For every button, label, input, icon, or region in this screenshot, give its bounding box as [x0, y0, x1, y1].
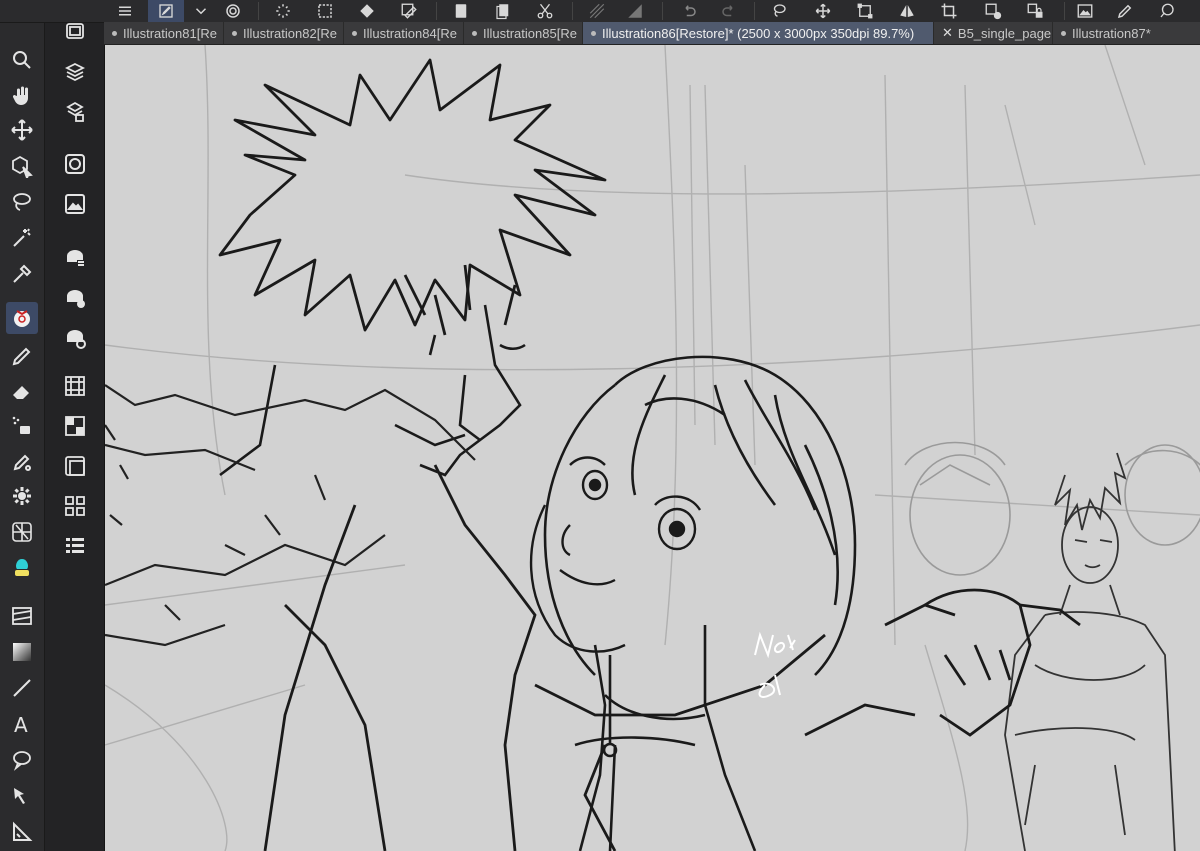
transform-icon[interactable]: [852, 0, 878, 22]
tab-b5-single-page[interactable]: ✕ B5_single_page: [934, 22, 1053, 44]
select-add-icon[interactable]: [980, 0, 1006, 22]
move-icon[interactable]: [6, 114, 38, 146]
eraser-icon[interactable]: [6, 376, 38, 408]
undo-icon[interactable]: [676, 0, 702, 22]
pen-icon[interactable]: [1112, 0, 1138, 22]
tab-label: Illustration82[Re: [243, 25, 337, 41]
pen-icon[interactable]: [6, 340, 38, 372]
hand-icon[interactable]: [6, 80, 38, 112]
blend-icon[interactable]: [6, 552, 38, 584]
layer-property-icon[interactable]: [61, 98, 89, 126]
tab-label: Illustration84[Re: [363, 25, 457, 41]
object-icon[interactable]: [6, 150, 38, 182]
dot-icon: [112, 30, 117, 36]
edit-icon[interactable]: [148, 0, 184, 22]
tab-illustration84[interactable]: Illustration84[Re: [344, 22, 464, 44]
material-3-icon[interactable]: [61, 324, 89, 352]
page-icon[interactable]: [448, 0, 474, 22]
tab-illustration82[interactable]: Illustration82[Re: [224, 22, 344, 44]
tab-label: B5_single_page: [957, 25, 1052, 41]
perspective-icon[interactable]: [6, 516, 38, 548]
material-1-icon[interactable]: [61, 244, 89, 272]
redo-icon[interactable]: [716, 0, 742, 22]
sub-tool-bar: [45, 0, 105, 851]
dot-icon: [352, 30, 357, 36]
list-icon[interactable]: [61, 532, 89, 560]
tab-illustration87[interactable]: Illustration87*: [1053, 22, 1200, 44]
dot-icon: [232, 30, 237, 36]
scissors-icon[interactable]: [532, 0, 558, 22]
tool-bar: ☰ A: [0, 0, 45, 851]
layers-icon[interactable]: [61, 58, 89, 86]
fill-icon[interactable]: [622, 0, 648, 22]
drawing-canvas[interactable]: [105, 45, 1200, 851]
command-bar: [0, 0, 1200, 23]
close-icon[interactable]: ✕: [942, 25, 953, 41]
image-icon[interactable]: [1072, 0, 1098, 22]
move-icon[interactable]: [810, 0, 836, 22]
tab-label: Illustration87*: [1072, 25, 1151, 41]
tab-illustration81[interactable]: Illustration81[Re: [104, 22, 224, 44]
dashed-box-icon[interactable]: [312, 0, 338, 22]
circle-icon[interactable]: [61, 150, 89, 178]
svg-text:A: A: [14, 713, 28, 736]
menu-icon[interactable]: [112, 0, 138, 22]
crop-icon[interactable]: [936, 0, 962, 22]
select-edit-icon[interactable]: [396, 0, 422, 22]
spiral-icon[interactable]: [220, 0, 246, 22]
checker-icon[interactable]: [61, 412, 89, 440]
dot-icon: [472, 30, 477, 36]
sketch-artwork: [105, 45, 1200, 851]
dot-icon: [1061, 30, 1066, 36]
correct-line-icon[interactable]: [6, 780, 38, 812]
chat-icon[interactable]: [1154, 0, 1180, 22]
gradient-icon[interactable]: [6, 636, 38, 668]
lock-icon[interactable]: [1022, 0, 1048, 22]
loading-icon[interactable]: [270, 0, 296, 22]
text-icon[interactable]: A: [6, 708, 38, 740]
tab-label: Illustration86[Restore]* (2500 x 3000px …: [602, 25, 915, 41]
material-2-icon[interactable]: [61, 284, 89, 312]
document-tabs: Illustration81[Re Illustration82[Re Illu…: [104, 22, 1200, 45]
decoration-icon[interactable]: [6, 446, 38, 478]
tab-label: Illustration81[Re: [123, 25, 217, 41]
line-icon[interactable]: [6, 672, 38, 704]
lasso-icon[interactable]: [6, 186, 38, 218]
lasso-select-icon[interactable]: [766, 0, 792, 22]
tab-illustration85[interactable]: Illustration85[Re: [464, 22, 583, 44]
frame-icon[interactable]: [6, 600, 38, 632]
frame-panel-icon[interactable]: [61, 452, 89, 480]
tab-label: Illustration85[Re: [483, 25, 577, 41]
eyedropper-icon[interactable]: [6, 258, 38, 290]
magic-wand-icon[interactable]: [6, 222, 38, 254]
grid-icon[interactable]: [61, 492, 89, 520]
airbrush-icon[interactable]: [6, 410, 38, 442]
flip-icon[interactable]: [894, 0, 920, 22]
sub-tool-icon[interactable]: [6, 302, 38, 334]
balloon-icon[interactable]: [6, 744, 38, 776]
timeline-icon[interactable]: [61, 372, 89, 400]
pages-icon[interactable]: [490, 0, 516, 22]
tab-illustration86[interactable]: Illustration86[Restore]* (2500 x 3000px …: [583, 22, 934, 44]
hatch-icon[interactable]: [584, 0, 610, 22]
diamond-icon[interactable]: [354, 0, 380, 22]
zoom-icon[interactable]: [6, 44, 38, 76]
dot-icon: [591, 30, 596, 36]
ruler-icon[interactable]: [6, 816, 38, 848]
navigator-icon[interactable]: [61, 190, 89, 218]
chevron-down-icon[interactable]: [188, 0, 214, 22]
gear-icon[interactable]: [6, 480, 38, 512]
